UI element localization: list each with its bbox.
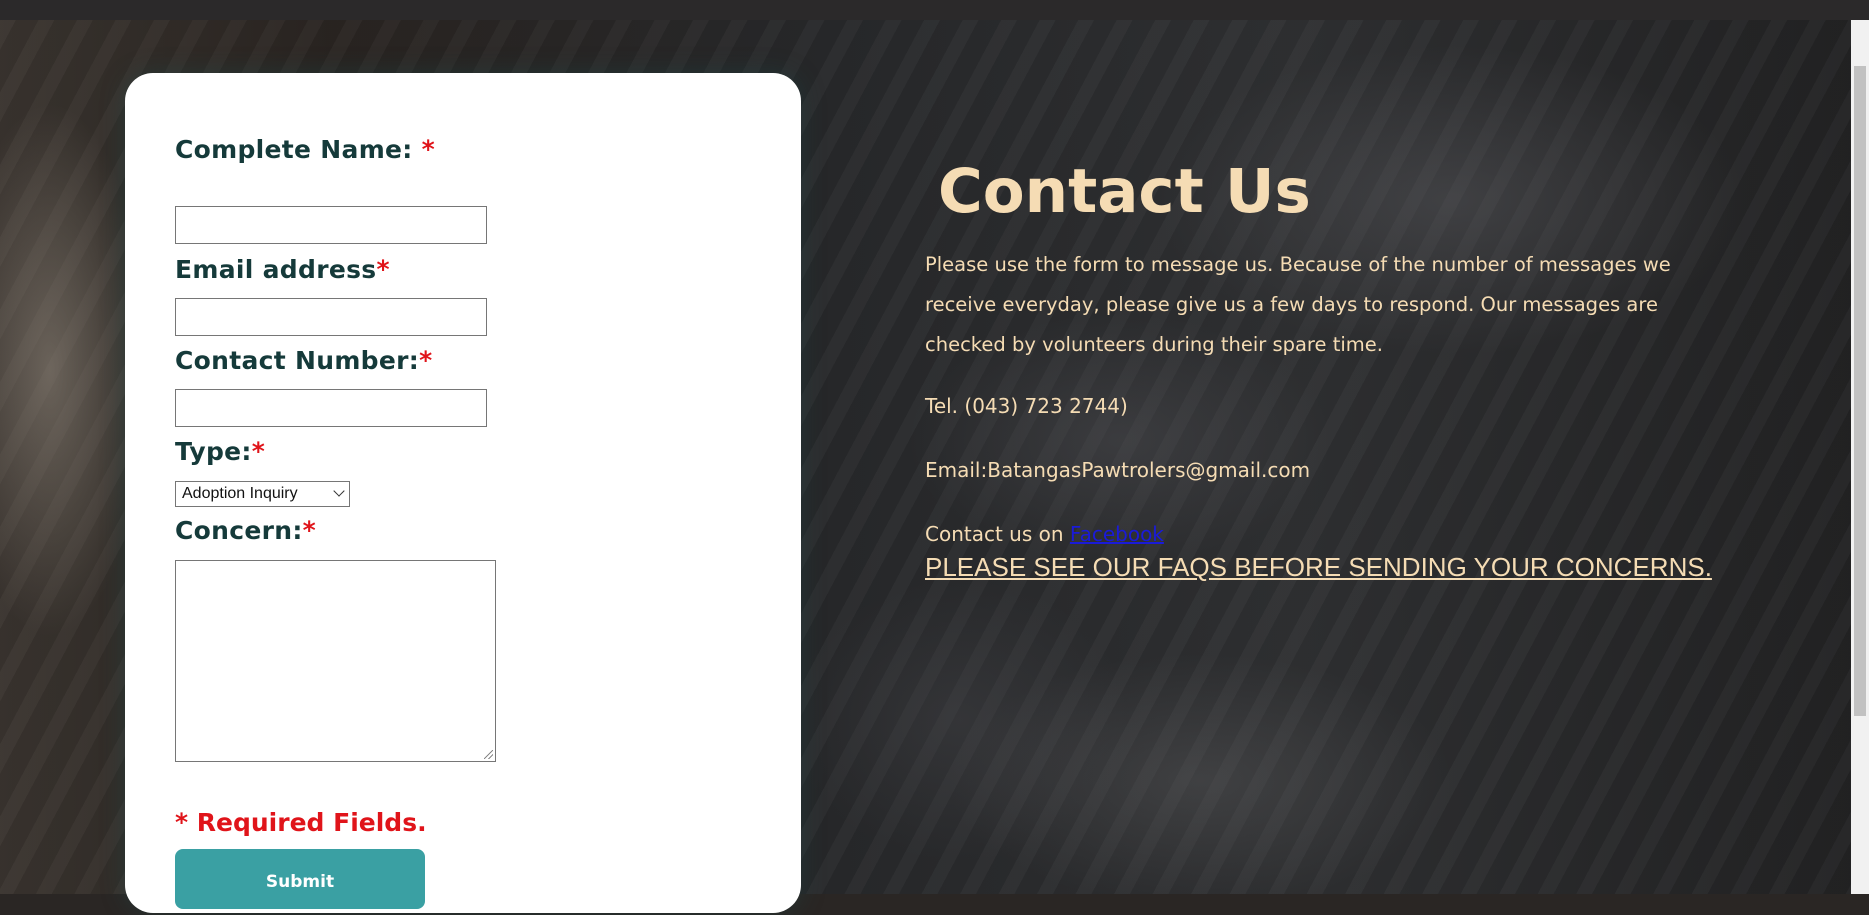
type-select-value: Adoption Inquiry	[182, 485, 298, 502]
facebook-line: Contact us on Facebook	[925, 522, 1164, 546]
chevron-down-icon	[333, 485, 345, 497]
submit-button[interactable]: Submit	[175, 849, 425, 909]
contact-number-label: Contact Number:*	[175, 346, 432, 375]
required-asterisk: *	[251, 437, 266, 466]
facebook-link[interactable]: Facebook	[1070, 522, 1164, 546]
page-scrollbar[interactable]	[1851, 20, 1869, 894]
scrollbar-thumb[interactable]	[1854, 66, 1866, 716]
facebook-prefix-text: Contact us on	[925, 522, 1070, 546]
required-asterisk: *	[419, 346, 433, 375]
faq-link[interactable]: PLEASE SEE OUR FAQS BEFORE SENDING YOUR …	[925, 552, 1712, 583]
concern-textarea[interactable]	[175, 560, 496, 762]
contact-intro-paragraph: Please use the form to message us. Becau…	[925, 253, 1671, 356]
complete-name-label: Complete Name: *	[175, 135, 435, 164]
email-address-label: Email address*	[175, 255, 390, 284]
contact-number-label-text: Contact Number:	[175, 346, 420, 375]
complete-name-input[interactable]	[175, 206, 487, 244]
resize-grip-icon[interactable]	[484, 750, 493, 759]
required-asterisk: *	[376, 255, 390, 284]
type-label-text: Type:	[175, 437, 252, 466]
complete-name-label-text: Complete Name:	[175, 135, 422, 164]
concern-label: Concern:*	[175, 516, 316, 545]
concern-label-text: Concern:	[175, 516, 303, 545]
email-address-label-text: Email address	[175, 255, 377, 284]
email-address-input[interactable]	[175, 298, 487, 336]
contact-number-input[interactable]	[175, 389, 487, 427]
browser-top-bar	[0, 0, 1869, 20]
type-label: Type:*	[175, 437, 265, 466]
telephone-text: Tel. (043) 723 2744)	[925, 394, 1128, 418]
contact-form-card: Complete Name: * Email address* Contact …	[125, 73, 801, 913]
required-asterisk: *	[302, 516, 316, 545]
email-text: Email:BatangasPawtrolers@gmail.com	[925, 458, 1311, 482]
required-fields-note: * Required Fields.	[175, 808, 427, 837]
page-title: Contact Us	[938, 156, 1311, 227]
type-select[interactable]: Adoption Inquiry	[175, 481, 350, 507]
required-asterisk: *	[421, 135, 435, 164]
